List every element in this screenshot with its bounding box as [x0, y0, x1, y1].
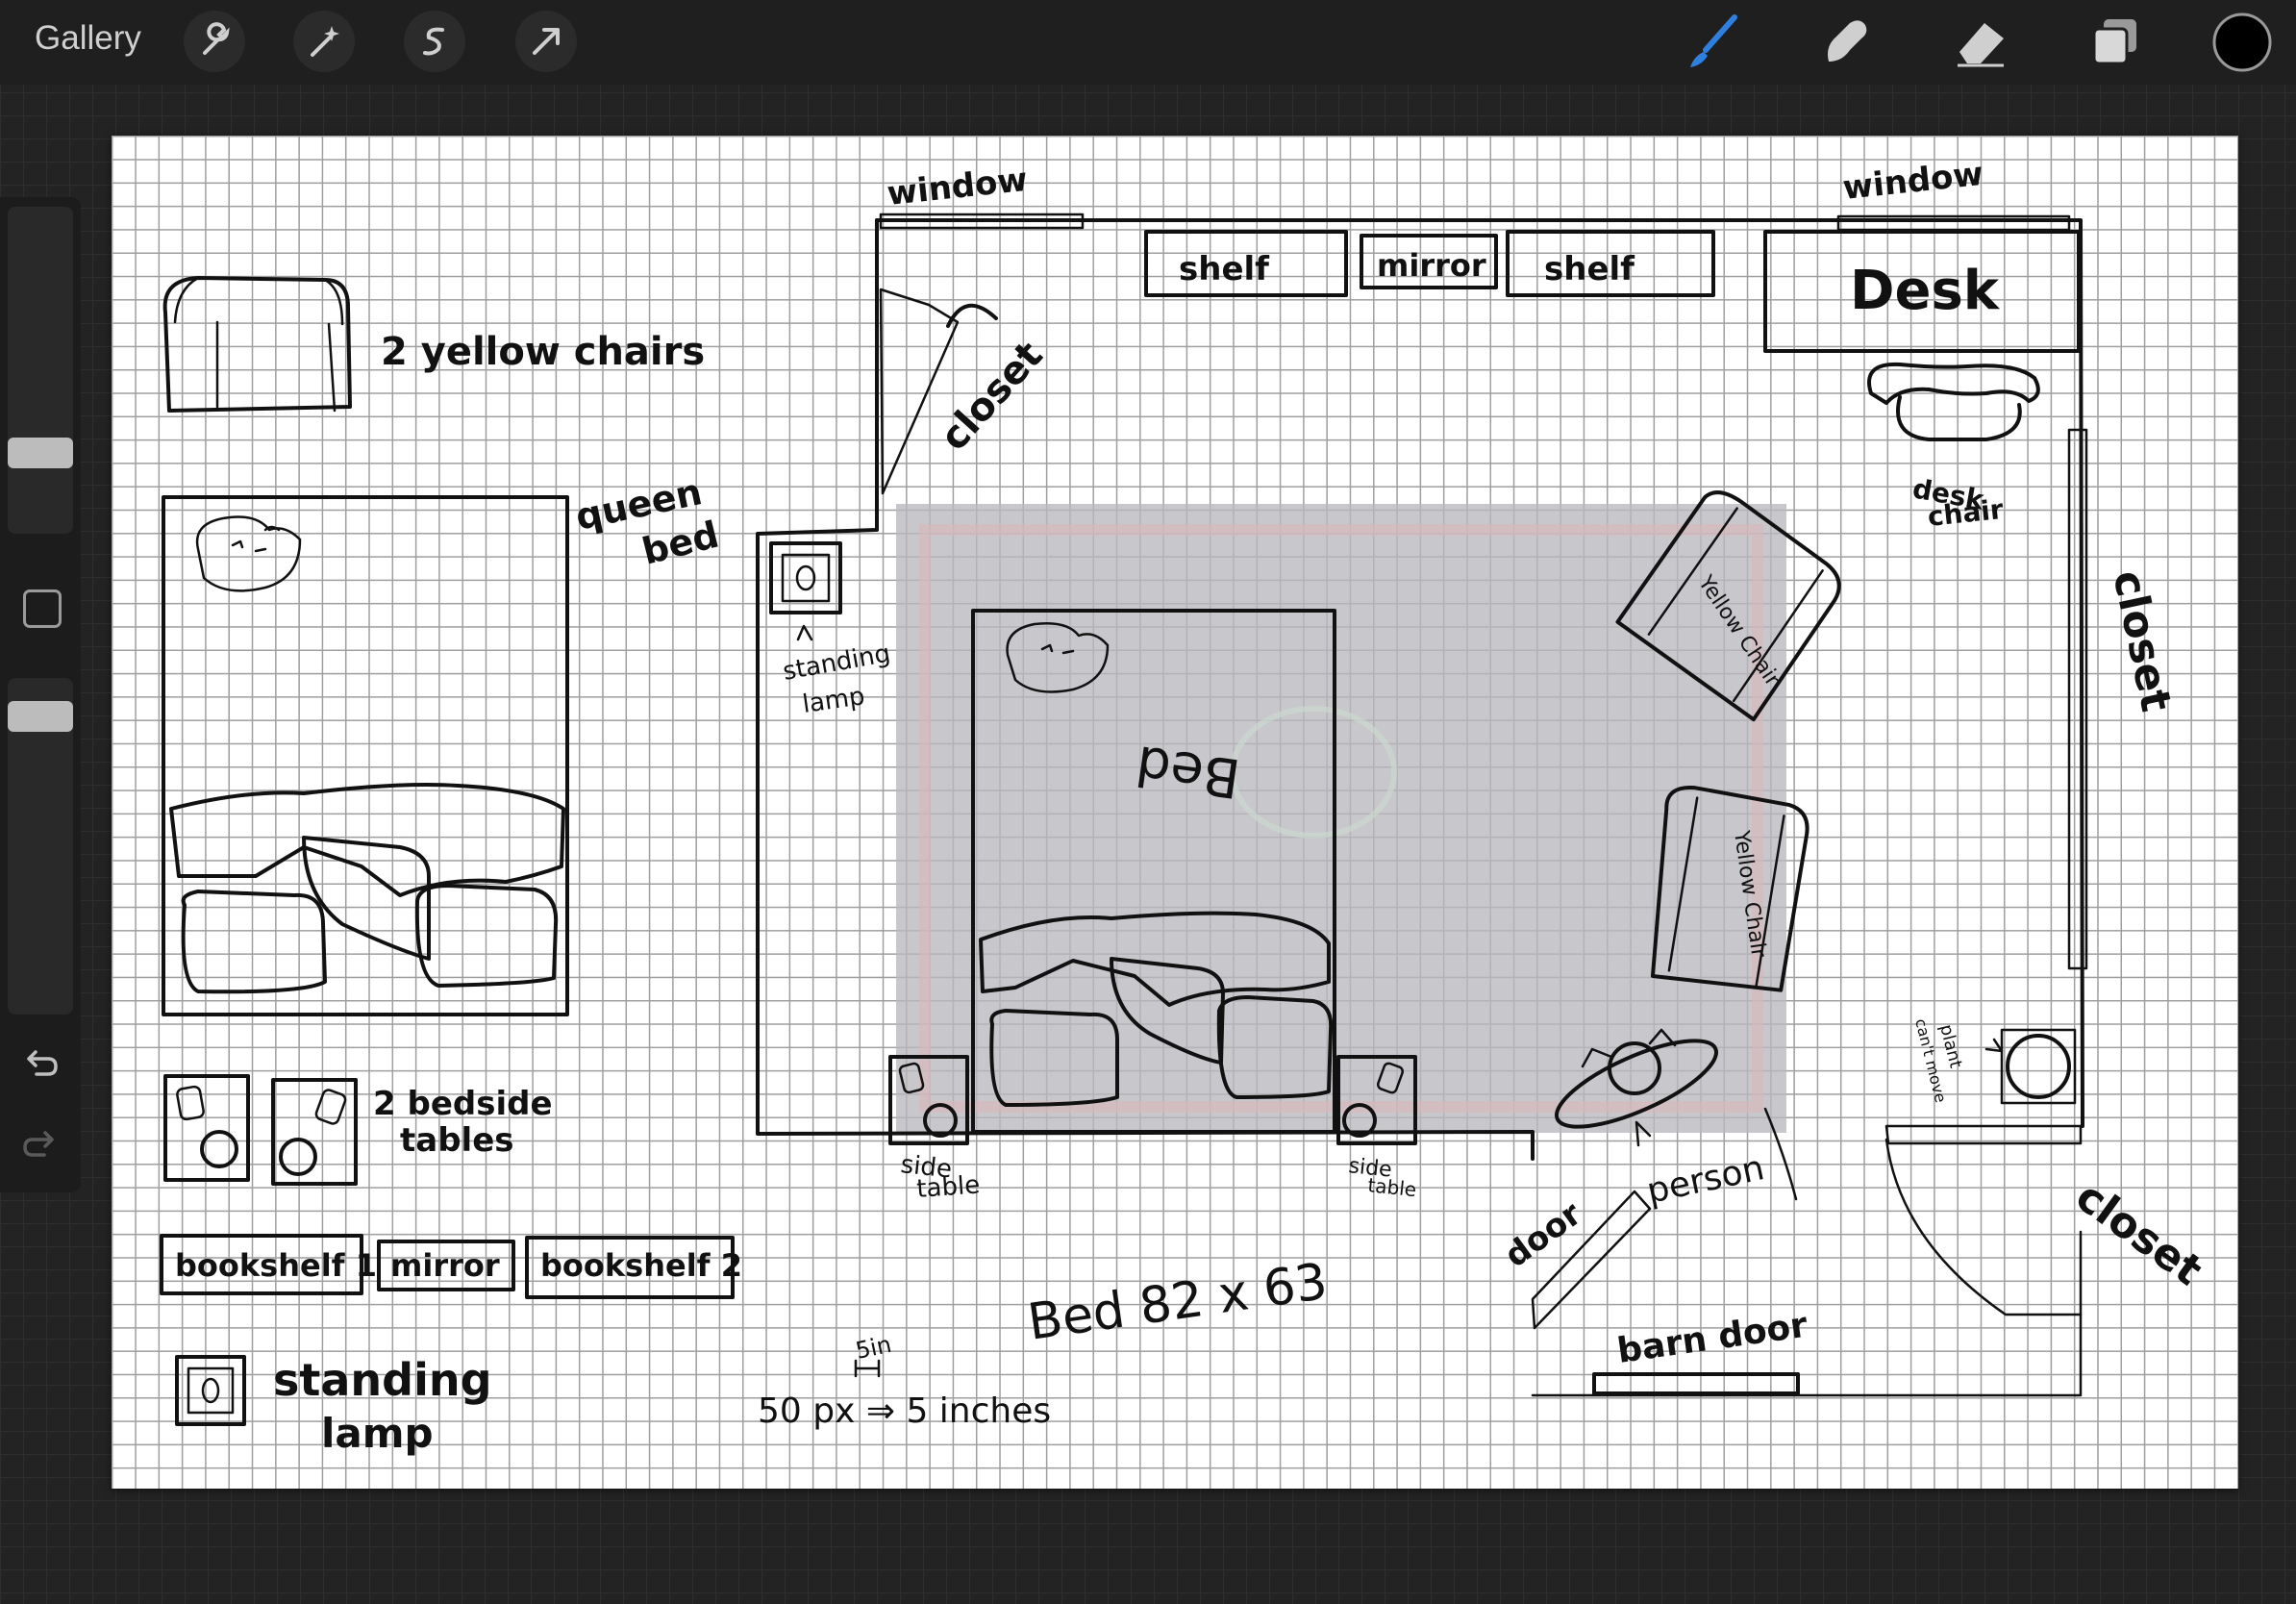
color-swatch[interactable] [2211, 12, 2273, 73]
modify-square-icon[interactable] [23, 589, 62, 628]
desk-chair [1867, 362, 2040, 441]
side-table-left-label-2: table [915, 1170, 981, 1204]
legend-standing-label: standing [273, 1354, 492, 1406]
desk-label: Desk [1850, 260, 2001, 322]
closet-top-label: closet [932, 334, 1051, 460]
legend-yellow-chair [162, 276, 352, 413]
barn-door [1592, 1372, 1800, 1395]
room-lamp-label-2: lamp [801, 682, 867, 719]
room-standing-lamp [769, 541, 842, 614]
barn-door-label: barn door [1615, 1306, 1810, 1371]
closet-jamb [1884, 1124, 2083, 1145]
legend-bookshelf1-label: bookshelf 1 [175, 1247, 377, 1284]
brush-size-thumb[interactable] [8, 438, 73, 468]
lamp-arrow [796, 624, 813, 641]
side-table-right-label-2: table [1366, 1173, 1417, 1201]
room-wall-bottom [1531, 1230, 2083, 1397]
legend-mirror-label: mirror [390, 1247, 500, 1284]
shelf-right-label: shelf [1544, 250, 1635, 288]
drawing-canvas[interactable]: 2 yellow chairs queen bed 2 bedside tabl… [112, 136, 2238, 1489]
closet-top-swing-arrow [946, 303, 998, 328]
left-sidebar [0, 197, 81, 1192]
brush-size-slider[interactable] [8, 207, 73, 534]
legend-yellow-chairs-label: 2 yellow chairs [381, 330, 705, 374]
wrench-icon[interactable] [184, 11, 245, 72]
closet-bottom-swing [1884, 1138, 2083, 1316]
window-left-label: window [886, 161, 1030, 213]
legend-queen-bed [162, 495, 569, 1016]
scale-small-label: 5in [853, 1331, 893, 1365]
scale-text: 50 px ⇒ 5 inches [758, 1391, 1051, 1431]
gallery-button[interactable]: Gallery [35, 19, 141, 58]
door-label: door [1498, 1194, 1589, 1275]
brush-icon[interactable] [1677, 8, 1746, 77]
layers-icon[interactable] [2081, 8, 2150, 77]
magic-wand-icon[interactable] [293, 11, 355, 72]
legend-bedside-tables [163, 1074, 358, 1186]
floor-plan-sketch: 2 yellow chairs queen bed 2 bedside tabl… [160, 155, 2211, 1457]
room-lamp-label-1: standing [781, 639, 892, 687]
opacity-thumb[interactable] [8, 701, 73, 732]
plant-arrow [1984, 1038, 2004, 1053]
desk-chair-label-2: chair [1926, 493, 2005, 533]
mirror-label: mirror [1377, 247, 1486, 284]
bed-size-note: Bed 82 x 63 [1024, 1253, 1331, 1352]
redo-icon[interactable] [19, 1122, 62, 1165]
legend-lamp-label: lamp [321, 1410, 434, 1457]
top-toolbar: Gallery [0, 0, 2296, 85]
closet-right-label: closet [2103, 566, 2181, 716]
closet-bottom-right-label: closet [2067, 1172, 2211, 1296]
arrow-transform-icon[interactable] [515, 11, 577, 72]
legend-standing-lamp [175, 1355, 246, 1426]
legend-bedside-label-2: tables [400, 1121, 514, 1160]
closet-top-door [879, 288, 960, 495]
plant-pot [2000, 1028, 2077, 1105]
window-right-label: window [1841, 155, 1985, 208]
legend-bookshelf2-label: bookshelf 2 [540, 1247, 742, 1284]
shelf-left-label: shelf [1179, 250, 1270, 288]
undo-icon[interactable] [19, 1041, 62, 1084]
person-label: person [1643, 1148, 1767, 1212]
selection-s-icon[interactable] [404, 11, 465, 72]
legend-bedside-label-1: 2 bedside [373, 1085, 553, 1123]
eraser-icon[interactable] [1946, 8, 2015, 77]
smudge-icon[interactable] [1811, 8, 1881, 77]
